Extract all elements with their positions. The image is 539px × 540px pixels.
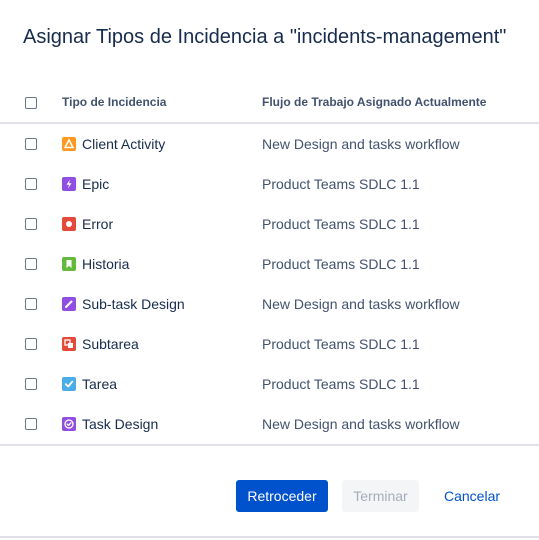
issue-type-name: Client Activity	[82, 136, 166, 152]
table-row: Epic Product Teams SDLC 1.1	[0, 164, 539, 204]
select-all-checkbox[interactable]	[25, 97, 37, 109]
row-checkbox[interactable]	[25, 378, 37, 390]
row-checkbox[interactable]	[25, 178, 37, 190]
table-header: Tipo de Incidencia Flujo de Trabajo Asig…	[0, 88, 539, 124]
column-header-type: Tipo de Incidencia	[62, 95, 167, 109]
cancel-button[interactable]: Cancelar	[433, 480, 511, 512]
workflow-name: New Design and tasks workflow	[262, 416, 460, 432]
lightning-icon	[62, 177, 76, 191]
bookmark-icon	[62, 257, 76, 271]
workflow-name: Product Teams SDLC 1.1	[262, 176, 420, 192]
finish-button[interactable]: Terminar	[342, 480, 419, 512]
pencil-icon	[62, 297, 76, 311]
dialog-bottom-border	[0, 536, 539, 538]
table-row: Task Design New Design and tasks workflo…	[0, 404, 539, 444]
table-row: Client Activity New Design and tasks wor…	[0, 124, 539, 164]
workflow-name: New Design and tasks workflow	[262, 296, 460, 312]
table-row: Tarea Product Teams SDLC 1.1	[0, 364, 539, 404]
issue-type-name: Error	[82, 216, 114, 232]
table-row: Subtarea Product Teams SDLC 1.1	[0, 324, 539, 364]
workflow-name: Product Teams SDLC 1.1	[262, 336, 420, 352]
issue-type-name: Task Design	[82, 416, 159, 432]
workflow-name: Product Teams SDLC 1.1	[262, 376, 420, 392]
row-checkbox[interactable]	[25, 258, 37, 270]
check-circle-icon	[62, 417, 76, 431]
workflow-name: New Design and tasks workflow	[262, 136, 460, 152]
row-checkbox[interactable]	[25, 298, 37, 310]
table-row: Historia Product Teams SDLC 1.1	[0, 244, 539, 284]
column-header-workflow: Flujo de Trabajo Asignado Actualmente	[262, 95, 487, 109]
row-checkbox[interactable]	[25, 218, 37, 230]
table-row: Sub-task Design New Design and tasks wor…	[0, 284, 539, 324]
workflow-name: Product Teams SDLC 1.1	[262, 256, 420, 272]
table-bottom-divider	[0, 444, 539, 446]
row-checkbox[interactable]	[25, 418, 37, 430]
issue-type-name: Tarea	[82, 376, 118, 392]
issue-type-name: Historia	[82, 256, 130, 272]
warning-triangle-icon	[62, 137, 76, 151]
issue-type-name: Epic	[82, 176, 110, 192]
workflow-name: Product Teams SDLC 1.1	[262, 216, 420, 232]
issue-type-name: Sub-task Design	[82, 296, 185, 312]
back-button[interactable]: Retroceder	[236, 480, 328, 512]
subtask-icon	[62, 337, 76, 351]
row-checkbox[interactable]	[25, 138, 37, 150]
table-row: Error Product Teams SDLC 1.1	[0, 204, 539, 244]
checkmark-icon	[62, 377, 76, 391]
row-checkbox[interactable]	[25, 338, 37, 350]
bug-icon	[62, 217, 76, 231]
issue-type-name: Subtarea	[82, 336, 139, 352]
assign-issue-types-dialog: Asignar Tipos de Incidencia a "incidents…	[0, 0, 539, 540]
dialog-title: Asignar Tipos de Incidencia a "incidents…	[23, 26, 507, 48]
